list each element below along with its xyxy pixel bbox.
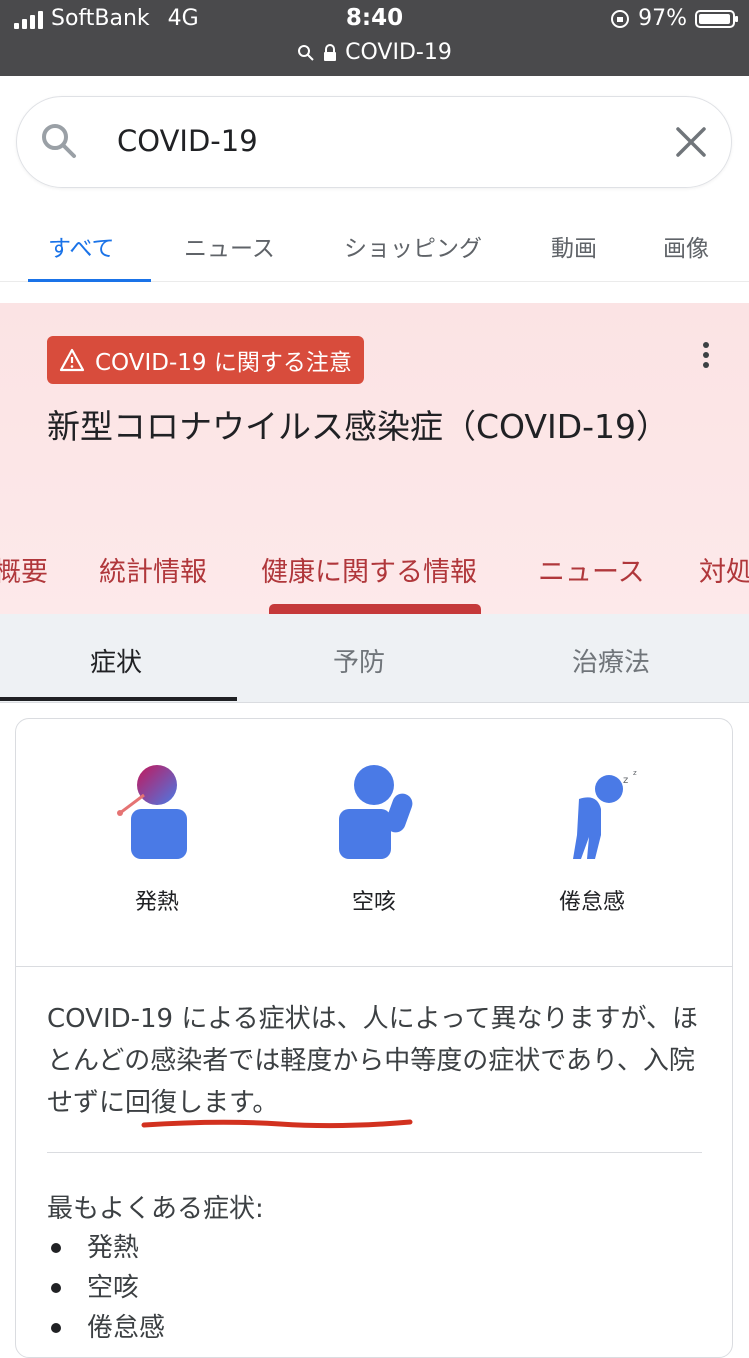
fatigue-icon: z z <box>573 769 637 859</box>
alert-badge-label: COVID-19 に関する注意 <box>95 350 352 376</box>
tab-symptoms[interactable]: 症状 <box>90 642 142 679</box>
symptom-label: 倦怠感 <box>558 890 625 915</box>
alert-title: 新型コロナウイルス感染症（COVID-19） <box>47 407 670 446</box>
subtab-news[interactable]: ニュース <box>538 550 645 589</box>
battery-info: 97% <box>610 6 738 31</box>
card-divider <box>47 1152 702 1153</box>
bullet-icon <box>51 1283 61 1293</box>
symptom-fever <box>82 755 232 869</box>
symptom-tabs: 症状 予防 治療法 <box>0 614 749 703</box>
card-divider <box>15 966 733 967</box>
tab-prevention[interactable]: 予防 <box>333 642 385 679</box>
search-icon[interactable] <box>39 121 79 161</box>
close-icon[interactable] <box>673 124 709 160</box>
fever-icon <box>117 765 187 859</box>
subtab-overview[interactable]: 概要 <box>0 550 48 589</box>
symptom-label: 発熱 <box>134 890 179 915</box>
search-tabs: すべて ニュース ショッピング 動画 画像 <box>0 205 749 282</box>
lock-icon <box>324 43 337 61</box>
description-lead: COVID-19 による症状は、人によって異なりますが、ほとんどの感染者では軽度… <box>47 1004 698 1076</box>
description-tail: 。 <box>252 1088 279 1118</box>
dry-cough-icon <box>339 765 413 859</box>
common-symptoms-title: 最もよくある症状: <box>47 1194 264 1224</box>
symptom-description: COVID-19 による症状は、人によって異なりますが、ほとんどの感染者では軽度… <box>47 998 707 1124</box>
symptom-dry-cough <box>299 755 449 869</box>
tab-shopping[interactable]: ショッピング <box>344 229 482 263</box>
svg-text:z: z <box>633 769 637 777</box>
tab-videos[interactable]: 動画 <box>551 229 597 263</box>
warning-icon <box>59 348 85 372</box>
more-options-icon[interactable] <box>701 341 711 371</box>
active-subtab-indicator <box>269 604 481 614</box>
list-item-label: 発熱 <box>87 1233 140 1263</box>
address-bar[interactable]: COVID-19 <box>0 40 749 65</box>
tab-images[interactable]: 画像 <box>663 229 709 263</box>
battery-percent: 97% <box>638 6 687 31</box>
symptom-label: 空咳 <box>351 890 396 915</box>
annotation-underline <box>141 1119 413 1129</box>
list-item: 発熱 <box>47 1228 165 1268</box>
search-icon <box>298 44 314 61</box>
subtab-health-info[interactable]: 健康に関する情報 <box>261 550 477 589</box>
alert-badge: COVID-19 に関する注意 <box>47 336 364 384</box>
tab-treatment[interactable]: 治療法 <box>572 642 650 679</box>
list-item-label: 倦怠感 <box>87 1313 166 1343</box>
tab-all[interactable]: すべて <box>48 229 114 263</box>
alert-subtabs: 概要 統計情報 健康に関する情報 ニュース 対処 <box>0 540 749 614</box>
battery-icon <box>695 9 738 28</box>
svg-text:z: z <box>623 775 628 786</box>
tab-news[interactable]: ニュース <box>184 229 275 263</box>
active-symptom-tab-indicator <box>0 697 237 701</box>
list-item: 空咳 <box>47 1268 165 1308</box>
common-symptoms-list: 発熱 空咳 倦怠感 <box>47 1228 165 1348</box>
list-item-label: 空咳 <box>87 1273 140 1303</box>
url-text: COVID-19 <box>345 40 452 65</box>
search-box[interactable]: COVID-19 <box>16 96 732 188</box>
bullet-icon <box>51 1243 61 1253</box>
active-tab-indicator <box>28 279 151 282</box>
symptom-fatigue: z z <box>517 755 667 869</box>
subtab-statistics[interactable]: 統計情報 <box>99 550 207 589</box>
search-input[interactable]: COVID-19 <box>117 124 258 158</box>
bullet-icon <box>51 1323 61 1333</box>
subtab-response[interactable]: 対処 <box>699 550 749 589</box>
status-bar: SoftBank 4G 8:40 97% COVID-19 <box>0 0 749 76</box>
list-item: 倦怠感 <box>47 1308 165 1348</box>
orientation-lock-icon <box>611 9 630 28</box>
